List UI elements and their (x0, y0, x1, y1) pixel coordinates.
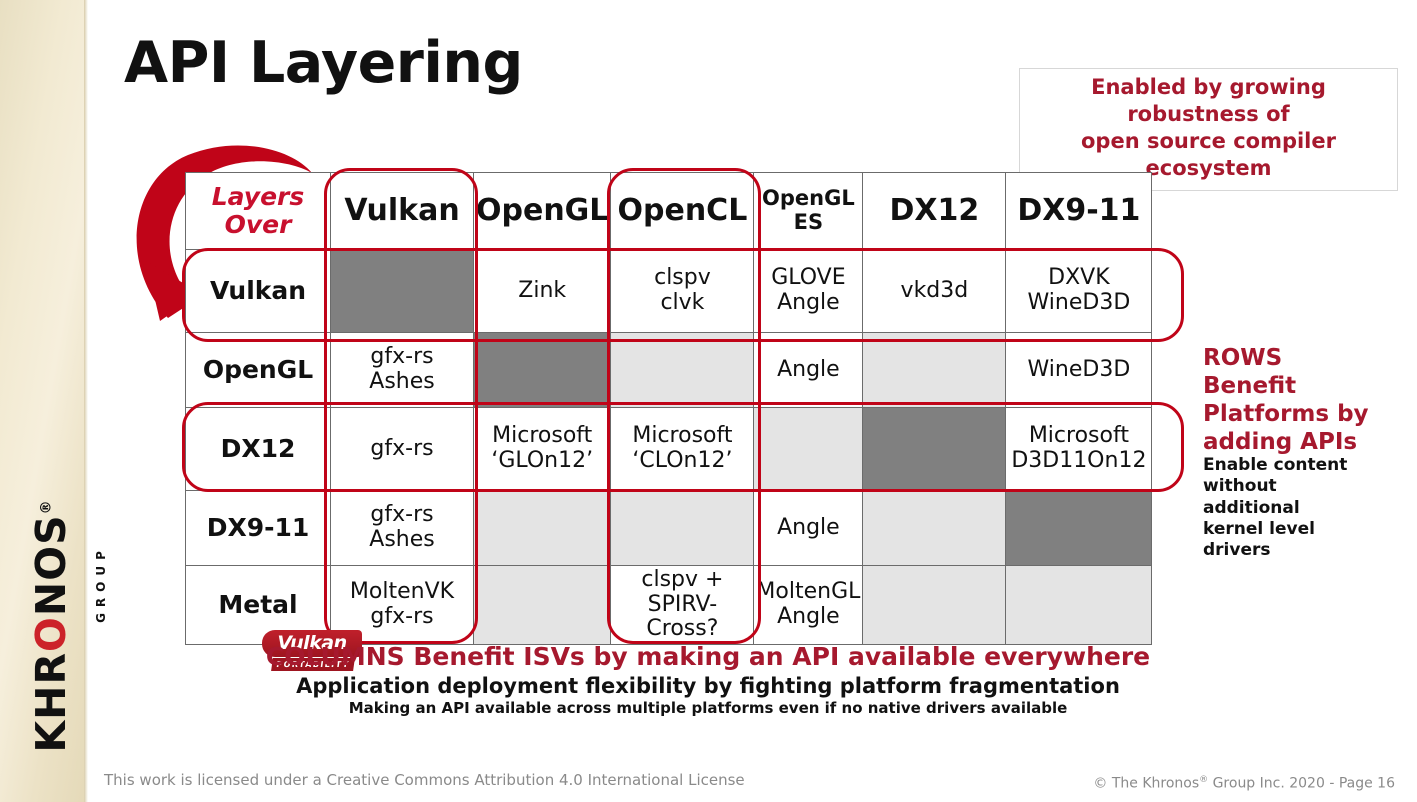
cell-dx9-11-opengl (472, 490, 612, 566)
cell-vulkan-dx12: vkd3d (862, 249, 1007, 333)
cell-metal-opengl (472, 565, 612, 645)
cell-dx9-11-vulkan: gfx-rs Ashes (330, 490, 474, 566)
rows-benefit-line-1: ROWS (1203, 345, 1283, 371)
cell-dx9-11-dx9-11 (1005, 490, 1153, 566)
cell-vulkan-opengl: Zink (472, 249, 612, 333)
table-row-dx9-11: DX9-11 gfx-rs Ashes Angle (185, 490, 1153, 566)
footer-copyright: © The Khronos® Group Inc. 2020 - Page 16 (1093, 775, 1395, 792)
slide-canvas: KHRONOS® GROUP API Layering Enabled by g… (0, 0, 1417, 802)
column-header-opencl: OpenCL (610, 172, 755, 250)
rows-benefit-line-4: adding APIs (1203, 429, 1358, 456)
footer-copyright-pre: © The Khronos (1093, 775, 1200, 792)
cell-dx9-11-dx12 (862, 490, 1007, 566)
rows-benefit-line-3: Platforms by (1203, 401, 1369, 428)
corner-label-line-2: Over (224, 210, 292, 239)
cell-vulkan-vulkan (330, 249, 474, 333)
cell-dx12-opengl: Microsoft ‘GLOn12’ (472, 407, 612, 491)
footer-registered-icon: ® (1199, 775, 1209, 785)
cell-opengl-dx12 (862, 332, 1007, 408)
cell-dx12-opencl: Microsoft ‘CLOn12’ (610, 407, 755, 491)
table-header-row: Layers Over Vulkan OpenGL OpenCL OpenGL … (185, 172, 1153, 250)
rows-benefit-line-2: Benefit (1203, 373, 1297, 400)
row-header-dx9-11: DX9-11 (185, 490, 331, 566)
row-header-vulkan: Vulkan (185, 249, 331, 333)
column-header-opengl-es: OpenGL ES (753, 172, 864, 250)
rows-benefit-subtext: Enable content without additional kernel… (1203, 455, 1379, 561)
cell-metal-dx9-11 (1005, 565, 1153, 645)
table-row-dx12: DX12 gfx-rs Microsoft ‘GLOn12’ Microsoft ‘… (185, 407, 1153, 491)
column-header-dx9-11: DX9-11 (1005, 172, 1153, 250)
cell-dx12-vulkan: gfx-rs (330, 407, 474, 491)
khronos-wordmark-red-o: O (27, 616, 75, 652)
cell-dx9-11-opencl (610, 490, 755, 566)
corner-label-line-1: Layers (211, 182, 305, 211)
footer-copyright-post: Group Inc. 2020 - Page 16 (1208, 775, 1395, 792)
cell-vulkan-opencl: clspv clvk (610, 249, 755, 333)
cell-metal-dx12 (862, 565, 1007, 645)
rows-sub-line-2: without additional (1203, 476, 1300, 518)
rows-sub-line-1: Enable content (1203, 455, 1348, 475)
cell-metal-opengles: MoltenGL Angle (753, 565, 864, 645)
caption-deployment-flexibility: Application deployment flexibility by fi… (296, 674, 1120, 698)
caption-columns-benefit: COLUMNS Benefit ISVs by making an API av… (265, 642, 1151, 671)
row-header-dx12: DX12 (185, 407, 331, 491)
rows-sub-line-3: kernel level (1203, 518, 1315, 539)
footer-license: This work is licensed under a Creative C… (104, 771, 745, 789)
cell-metal-opencl: clspv + SPIRV-Cross? (610, 565, 755, 645)
khronos-logo: KHRONOS® GROUP (6, 452, 108, 782)
table-row-vulkan: Vulkan Zink clspv clvk GLOVE Angle vkd3d D… (185, 249, 1153, 333)
column-header-vulkan: Vulkan (330, 172, 474, 250)
column-header-dx12: DX12 (862, 172, 1007, 250)
cell-dx12-dx9-11: Microsoft D3D11On12 (1005, 407, 1153, 491)
column-header-opengl: OpenGL (472, 172, 612, 250)
cell-dx12-opengles (753, 407, 864, 491)
callout-line-1: Enabled by growing robustness of (1091, 75, 1326, 126)
rows-benefit-heading: ROWS Benefit Platforms by adding APIs (1203, 344, 1403, 456)
rows-sub-line-4: drivers (1203, 540, 1271, 560)
caption-making-api-available: Making an API available across multiple … (348, 699, 1068, 717)
khronos-wordmark-part2: NOS (27, 514, 75, 617)
cell-dx12-dx12 (862, 407, 1007, 491)
table-row-opengl: OpenGL gfx-rs Ashes Angle WineD3D (185, 332, 1153, 408)
cell-opengl-opencl (610, 332, 755, 408)
api-layering-table: Layers Over Vulkan OpenGL OpenCL OpenGL … (185, 172, 1153, 645)
page-title: API Layering (124, 30, 523, 96)
registered-mark-icon: ® (38, 499, 55, 515)
cell-opengl-dx9-11: WineD3D (1005, 332, 1153, 408)
khronos-wordmark: KHRONOS® (27, 461, 75, 791)
cell-vulkan-dx9-11: DXVK WineD3D (1005, 249, 1153, 333)
table-corner-label: Layers Over (185, 172, 331, 250)
khronos-wordmark-part1: KHR (27, 651, 75, 753)
row-header-opengl: OpenGL (185, 332, 331, 408)
cell-vulkan-opengles: GLOVE Angle (753, 249, 864, 333)
cell-opengl-opengl (472, 332, 612, 408)
cell-dx9-11-opengles: Angle (753, 490, 864, 566)
cell-opengl-vulkan: gfx-rs Ashes (330, 332, 474, 408)
cell-opengl-opengles: Angle (753, 332, 864, 408)
